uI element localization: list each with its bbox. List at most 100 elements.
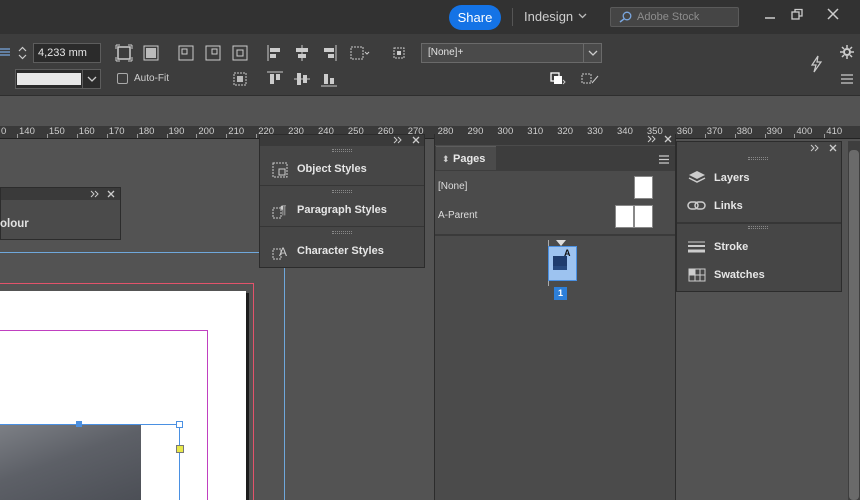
fit-content-icon[interactable]: [142, 44, 160, 62]
ruler-label: 190: [168, 126, 185, 137]
fit-proportional-icon[interactable]: [231, 44, 249, 62]
distribute-icon[interactable]: [349, 44, 370, 62]
stroke-type-preview: [17, 73, 81, 85]
bleed-line-right: [253, 283, 254, 500]
align-top-icon[interactable]: [266, 70, 284, 88]
ruler-label: 150: [48, 126, 65, 137]
close-icon[interactable]: [412, 136, 420, 144]
align-left-icon[interactable]: [266, 44, 284, 62]
ruler-label: 0: [1, 126, 7, 137]
collapse-icon[interactable]: [393, 136, 403, 144]
ruler-tick: [17, 134, 18, 138]
stroke-weight-field[interactable]: [33, 43, 101, 63]
page-thumb-content: [553, 266, 567, 270]
frame-handle-top-right[interactable]: [176, 421, 183, 428]
auto-fit-label: Auto-Fit: [134, 73, 170, 84]
align-middle-icon[interactable]: [293, 70, 311, 88]
chevron-down-icon[interactable]: [578, 13, 587, 19]
adobe-stock-search[interactable]: Adobe Stock: [610, 7, 739, 27]
stroke-weight-stepper[interactable]: [15, 43, 30, 63]
ruler-label: 140: [19, 126, 35, 137]
parent-none-thumbnail[interactable]: [634, 176, 653, 199]
pages-divider[interactable]: [435, 234, 675, 236]
restore-button[interactable]: [787, 5, 807, 25]
panel-header[interactable]: [435, 134, 675, 145]
close-icon[interactable]: [664, 135, 672, 143]
toolbar-gap: [0, 97, 860, 126]
links-panel-label[interactable]: Links: [714, 200, 743, 212]
panel-header[interactable]: [1, 188, 120, 200]
scrollbar-thumb[interactable]: [849, 150, 859, 500]
guide-horizontal[interactable]: [0, 252, 285, 253]
chevron-down-icon[interactable]: [583, 44, 601, 62]
frame-fitting-icon[interactable]: [231, 70, 249, 88]
align-right-icon[interactable]: [320, 44, 338, 62]
clear-overrides-icon[interactable]: [549, 71, 567, 89]
search-icon: [619, 11, 632, 23]
hamburger-menu-icon[interactable]: [840, 73, 854, 85]
page-1-thumbnail[interactable]: A: [548, 246, 577, 281]
minimize-button[interactable]: [760, 5, 780, 25]
gear-icon[interactable]: [840, 45, 854, 59]
collapse-icon[interactable]: [90, 190, 100, 198]
grip-icon[interactable]: [748, 157, 768, 160]
a-parent-right-thumbnail[interactable]: [634, 205, 653, 228]
svg-text:A: A: [279, 245, 287, 259]
frame-handle-top-center[interactable]: [76, 421, 82, 427]
frame-edge-right: [179, 424, 180, 500]
stroke-type-dropdown[interactable]: [15, 69, 101, 89]
horizontal-ruler[interactable]: 0 140 150 160 170 180 190 200 210 220 230 240 250 260…: [0, 126, 860, 139]
clear-attributes-icon[interactable]: [580, 71, 599, 89]
quick-actions-icon[interactable]: [809, 55, 823, 73]
grip-icon[interactable]: [748, 226, 768, 229]
collapse-icon[interactable]: [647, 135, 657, 143]
layers-panel-label[interactable]: Layers: [714, 172, 749, 184]
ruler-label: 360: [676, 126, 693, 137]
ruler-tick: [794, 134, 796, 138]
character-styles-item[interactable]: A Character Styles: [260, 228, 424, 268]
workspace-switcher[interactable]: Indesign: [524, 9, 573, 24]
links-icon: [687, 199, 707, 215]
guide-vertical[interactable]: [284, 252, 285, 500]
image-frame-empty-area[interactable]: [141, 425, 179, 500]
text-frame-out-port[interactable]: [176, 445, 184, 453]
margin-guide-right: [207, 330, 208, 500]
colour-panel-label[interactable]: olour: [0, 218, 29, 230]
fill-frame-icon[interactable]: [115, 44, 133, 62]
chevron-down-icon[interactable]: [82, 70, 100, 88]
share-button[interactable]: Share: [449, 5, 501, 30]
ruler-label: 210: [228, 126, 245, 137]
paragraph-styles-item[interactable]: ¶ Paragraph Styles: [260, 187, 424, 227]
close-icon[interactable]: [107, 190, 115, 198]
parent-none-label[interactable]: [None]: [438, 181, 467, 192]
center-content-icon[interactable]: [204, 44, 222, 62]
panel-divider[interactable]: [677, 222, 841, 224]
ruler-label: 160: [78, 126, 95, 137]
a-parent-label[interactable]: A-Parent: [438, 210, 477, 221]
ruler-tick: [196, 134, 198, 138]
ruler-tick: [136, 134, 138, 138]
updown-chevron-icon[interactable]: ⬍: [442, 154, 450, 165]
panel-menu-icon[interactable]: [658, 155, 670, 164]
align-center-icon[interactable]: [293, 44, 311, 62]
paragraph-styles-label: Paragraph Styles: [297, 204, 387, 216]
fit-frame-icon[interactable]: [177, 44, 195, 62]
image-content[interactable]: [0, 425, 141, 500]
grip-icon[interactable]: [332, 190, 352, 193]
grip-icon[interactable]: [332, 231, 352, 234]
swatches-panel-label[interactable]: Swatches: [714, 269, 765, 281]
collapse-icon[interactable]: [810, 144, 820, 152]
auto-fit-checkbox[interactable]: [117, 73, 128, 84]
object-style-dropdown[interactable]: [None]+: [421, 43, 602, 63]
object-styles-item[interactable]: Object Styles: [260, 146, 424, 186]
swatches-icon: [687, 268, 707, 284]
close-icon[interactable]: [829, 144, 837, 152]
character-styles-label: Character Styles: [297, 245, 384, 257]
align-bottom-icon[interactable]: [320, 70, 338, 88]
a-parent-left-thumbnail[interactable]: [615, 205, 634, 228]
grip-icon[interactable]: [332, 149, 352, 152]
stroke-panel-label[interactable]: Stroke: [714, 241, 748, 253]
page-number-badge[interactable]: 1: [554, 287, 567, 300]
ruler-label: 390: [766, 126, 783, 137]
close-window-button[interactable]: [823, 5, 843, 25]
